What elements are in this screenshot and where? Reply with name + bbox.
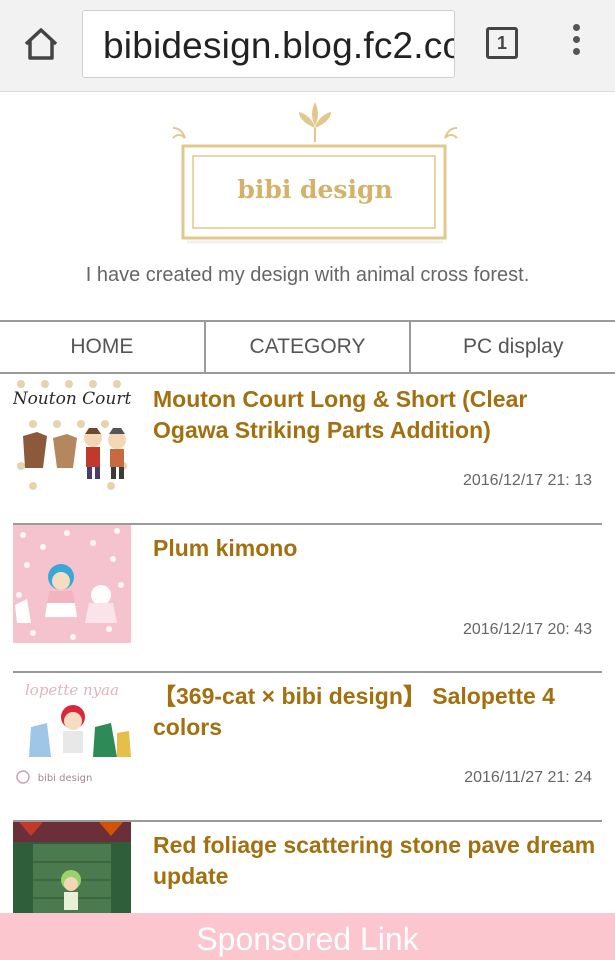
nav-home[interactable]: HOME xyxy=(0,322,206,372)
browser-toolbar: bibidesign.blog.fc2.com 1 xyxy=(0,0,615,92)
post-item[interactable]: Plum kimono 2016/12/17 20: 43 xyxy=(13,524,602,673)
nav-category[interactable]: CATEGORY xyxy=(206,322,412,372)
more-vert-icon[interactable] xyxy=(565,24,587,64)
url-text: bibidesign.blog.fc2.com xyxy=(103,25,454,66)
post-date: 2016/12/17 21: 13 xyxy=(462,472,592,489)
post-title[interactable]: Plum kimono xyxy=(153,533,598,564)
thumb-caption: bibi design xyxy=(38,773,93,784)
home-icon[interactable] xyxy=(20,22,62,64)
tab-switcher-button[interactable]: 1 xyxy=(486,27,518,59)
main-nav: HOME CATEGORY PC display xyxy=(0,320,615,374)
post-title[interactable]: 【369-cat × bibi design】 Salopette 4 colo… xyxy=(153,681,598,743)
post-thumbnail[interactable]: lopette nyaa bibi design xyxy=(13,673,131,791)
post-item[interactable]: Nouton Court Mouton Court Long & Short (… xyxy=(13,376,602,525)
thumb-text: lopette nyaa xyxy=(25,681,119,699)
site-tagline: I have created my design with animal cro… xyxy=(85,264,530,286)
post-date: 2016/11/27 21: 24 xyxy=(464,769,592,786)
nav-pc-display[interactable]: PC display xyxy=(411,322,615,372)
post-title[interactable]: Red foliage scattering stone pave dream … xyxy=(153,830,598,892)
post-item[interactable]: lopette nyaa bibi design 【369-cat × bibi… xyxy=(13,673,602,822)
address-bar[interactable]: bibidesign.blog.fc2.com xyxy=(82,10,455,78)
logo-text: bibi design xyxy=(237,175,393,204)
sponsored-link-bar[interactable]: Sponsored Link xyxy=(0,913,615,960)
post-list: Nouton Court Mouton Court Long & Short (… xyxy=(13,376,602,960)
post-title[interactable]: Mouton Court Long & Short (Clear Ogawa S… xyxy=(153,384,598,446)
post-thumbnail[interactable] xyxy=(13,524,131,643)
post-date: 2016/12/17 20: 43 xyxy=(462,620,592,638)
site-logo[interactable]: bibi design xyxy=(165,98,465,248)
logo-frame-icon xyxy=(172,102,458,244)
post-thumbnail[interactable]: Nouton Court xyxy=(13,376,131,494)
thumb-text: Nouton Court xyxy=(13,389,131,409)
